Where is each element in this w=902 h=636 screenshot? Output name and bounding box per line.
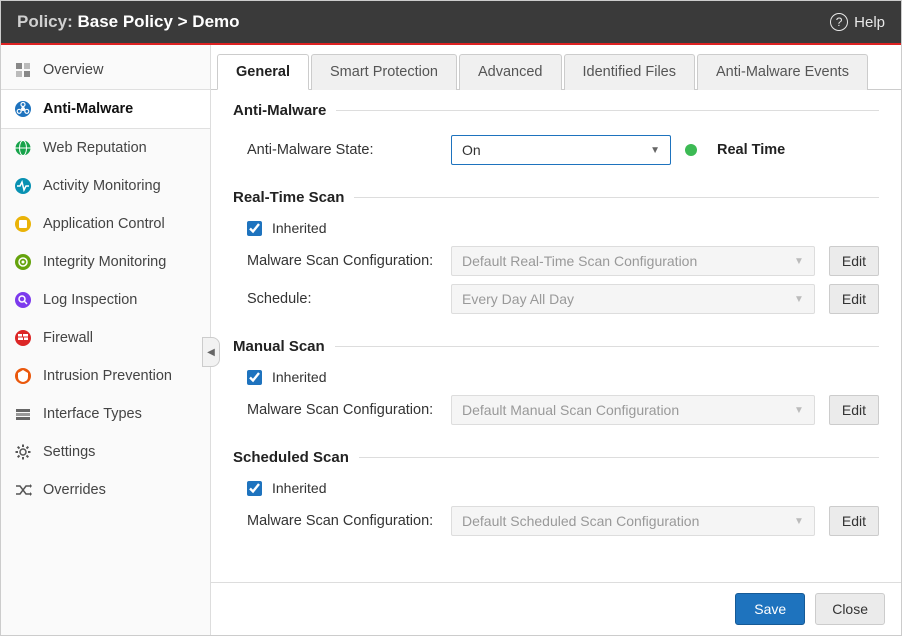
sidebar-item-label: Settings bbox=[43, 444, 95, 460]
scheduled-config-select[interactable]: Default Scheduled Scan Configuration ▼ bbox=[451, 506, 815, 536]
sidebar-item-label: Interface Types bbox=[43, 406, 142, 422]
sidebar-item-label: Anti-Malware bbox=[43, 101, 133, 117]
biohazard-icon bbox=[13, 99, 33, 119]
status-dot-icon bbox=[685, 144, 697, 156]
tab-bar: General Smart Protection Advanced Identi… bbox=[211, 45, 901, 90]
scheduled-config-edit-button[interactable]: Edit bbox=[829, 506, 879, 536]
footer-bar: Save Close bbox=[211, 582, 901, 635]
chevron-down-icon: ▼ bbox=[650, 145, 660, 156]
save-button[interactable]: Save bbox=[735, 593, 805, 625]
sidebar-item-interface-types[interactable]: Interface Types bbox=[1, 395, 210, 433]
status-text: Real Time bbox=[717, 142, 785, 158]
section-legend: Scheduled Scan bbox=[233, 449, 359, 466]
sidebar-collapse-handle[interactable]: ◀ bbox=[202, 337, 220, 367]
section-legend: Real-Time Scan bbox=[233, 189, 354, 206]
section-realtime-scan: Real-Time Scan Inherited Malware Scan Co… bbox=[233, 189, 879, 322]
inherited-label: Inherited bbox=[272, 220, 326, 236]
schedule-label: Schedule: bbox=[247, 291, 437, 307]
sidebar-item-label: Activity Monitoring bbox=[43, 178, 161, 194]
tab-anti-malware-events[interactable]: Anti-Malware Events bbox=[697, 54, 868, 90]
sidebar-item-overview[interactable]: Overview bbox=[1, 51, 210, 89]
interface-icon bbox=[13, 404, 33, 424]
manual-config-edit-button[interactable]: Edit bbox=[829, 395, 879, 425]
sidebar-item-label: Web Reputation bbox=[43, 140, 147, 156]
shuffle-icon bbox=[13, 480, 33, 500]
inherited-label: Inherited bbox=[272, 369, 326, 385]
select-value: Default Manual Scan Configuration bbox=[462, 402, 679, 418]
sidebar-item-intrusion-prevention[interactable]: Intrusion Prevention bbox=[1, 357, 210, 395]
firewall-icon bbox=[13, 328, 33, 348]
select-value: Default Real-Time Scan Configuration bbox=[462, 253, 697, 269]
sidebar-item-overrides[interactable]: Overrides bbox=[1, 471, 210, 509]
integrity-icon bbox=[13, 252, 33, 272]
sidebar-item-log-inspection[interactable]: Log Inspection bbox=[1, 281, 210, 319]
sidebar-item-label: Integrity Monitoring bbox=[43, 254, 166, 270]
sidebar-item-web-reputation[interactable]: Web Reputation bbox=[1, 129, 210, 167]
section-legend: Anti-Malware bbox=[233, 102, 336, 119]
anti-malware-state-select[interactable]: On ▼ bbox=[451, 135, 671, 165]
chevron-down-icon: ▼ bbox=[794, 405, 804, 416]
realtime-config-edit-button[interactable]: Edit bbox=[829, 246, 879, 276]
select-value: Default Scheduled Scan Configuration bbox=[462, 513, 699, 529]
chevron-down-icon: ▼ bbox=[794, 294, 804, 305]
main-panel: General Smart Protection Advanced Identi… bbox=[211, 45, 901, 635]
inherited-label: Inherited bbox=[272, 480, 326, 496]
intrusion-icon bbox=[13, 366, 33, 386]
sidebar-item-firewall[interactable]: Firewall bbox=[1, 319, 210, 357]
help-icon: ? bbox=[830, 13, 848, 31]
section-manual-scan: Manual Scan Inherited Malware Scan Confi… bbox=[233, 338, 879, 433]
realtime-config-select[interactable]: Default Real-Time Scan Configuration ▼ bbox=[451, 246, 815, 276]
sidebar: Overview Anti-Malware Web Reputation Act… bbox=[1, 45, 211, 635]
content-area: Anti-Malware Anti-Malware State: On ▼ Re… bbox=[211, 90, 901, 582]
sidebar-item-application-control[interactable]: Application Control bbox=[1, 205, 210, 243]
config-label: Malware Scan Configuration: bbox=[247, 402, 437, 418]
tab-smart-protection[interactable]: Smart Protection bbox=[311, 54, 457, 90]
close-button[interactable]: Close bbox=[815, 593, 885, 625]
app-control-icon bbox=[13, 214, 33, 234]
globe-icon bbox=[13, 138, 33, 158]
chevron-down-icon: ▼ bbox=[794, 256, 804, 267]
help-link[interactable]: ? Help bbox=[830, 13, 885, 31]
window-header: Policy: Base Policy > Demo ? Help bbox=[1, 1, 901, 45]
title-prefix: Policy: bbox=[17, 12, 73, 31]
breadcrumb: Base Policy > Demo bbox=[77, 12, 239, 31]
realtime-schedule-select[interactable]: Every Day All Day ▼ bbox=[451, 284, 815, 314]
tab-general[interactable]: General bbox=[217, 54, 309, 90]
activity-icon bbox=[13, 176, 33, 196]
sidebar-item-label: Log Inspection bbox=[43, 292, 137, 308]
chevron-left-icon: ◀ bbox=[207, 347, 215, 358]
sidebar-item-label: Overview bbox=[43, 62, 103, 78]
scheduled-inherited-checkbox[interactable] bbox=[247, 481, 262, 496]
manual-config-select[interactable]: Default Manual Scan Configuration ▼ bbox=[451, 395, 815, 425]
config-label: Malware Scan Configuration: bbox=[247, 253, 437, 269]
section-legend: Manual Scan bbox=[233, 338, 335, 355]
chevron-down-icon: ▼ bbox=[794, 516, 804, 527]
state-label: Anti-Malware State: bbox=[247, 142, 437, 158]
section-scheduled-scan: Scheduled Scan Inherited Malware Scan Co… bbox=[233, 449, 879, 544]
realtime-schedule-edit-button[interactable]: Edit bbox=[829, 284, 879, 314]
manual-inherited-checkbox[interactable] bbox=[247, 370, 262, 385]
gear-icon bbox=[13, 442, 33, 462]
section-anti-malware: Anti-Malware Anti-Malware State: On ▼ Re… bbox=[233, 102, 879, 173]
realtime-inherited-checkbox[interactable] bbox=[247, 221, 262, 236]
sidebar-item-label: Overrides bbox=[43, 482, 106, 498]
tab-advanced[interactable]: Advanced bbox=[459, 54, 562, 90]
select-value: Every Day All Day bbox=[462, 291, 574, 307]
sidebar-item-label: Application Control bbox=[43, 216, 165, 232]
config-label: Malware Scan Configuration: bbox=[247, 513, 437, 529]
overview-icon bbox=[13, 60, 33, 80]
sidebar-item-label: Firewall bbox=[43, 330, 93, 346]
sidebar-item-anti-malware[interactable]: Anti-Malware bbox=[1, 89, 210, 129]
select-value: On bbox=[462, 142, 481, 158]
sidebar-item-activity-monitoring[interactable]: Activity Monitoring bbox=[1, 167, 210, 205]
sidebar-item-settings[interactable]: Settings bbox=[1, 433, 210, 471]
page-title: Policy: Base Policy > Demo bbox=[17, 12, 240, 32]
tab-identified-files[interactable]: Identified Files bbox=[564, 54, 696, 90]
sidebar-item-integrity-monitoring[interactable]: Integrity Monitoring bbox=[1, 243, 210, 281]
sidebar-item-label: Intrusion Prevention bbox=[43, 368, 172, 384]
magnifier-icon bbox=[13, 290, 33, 310]
help-label: Help bbox=[854, 14, 885, 31]
